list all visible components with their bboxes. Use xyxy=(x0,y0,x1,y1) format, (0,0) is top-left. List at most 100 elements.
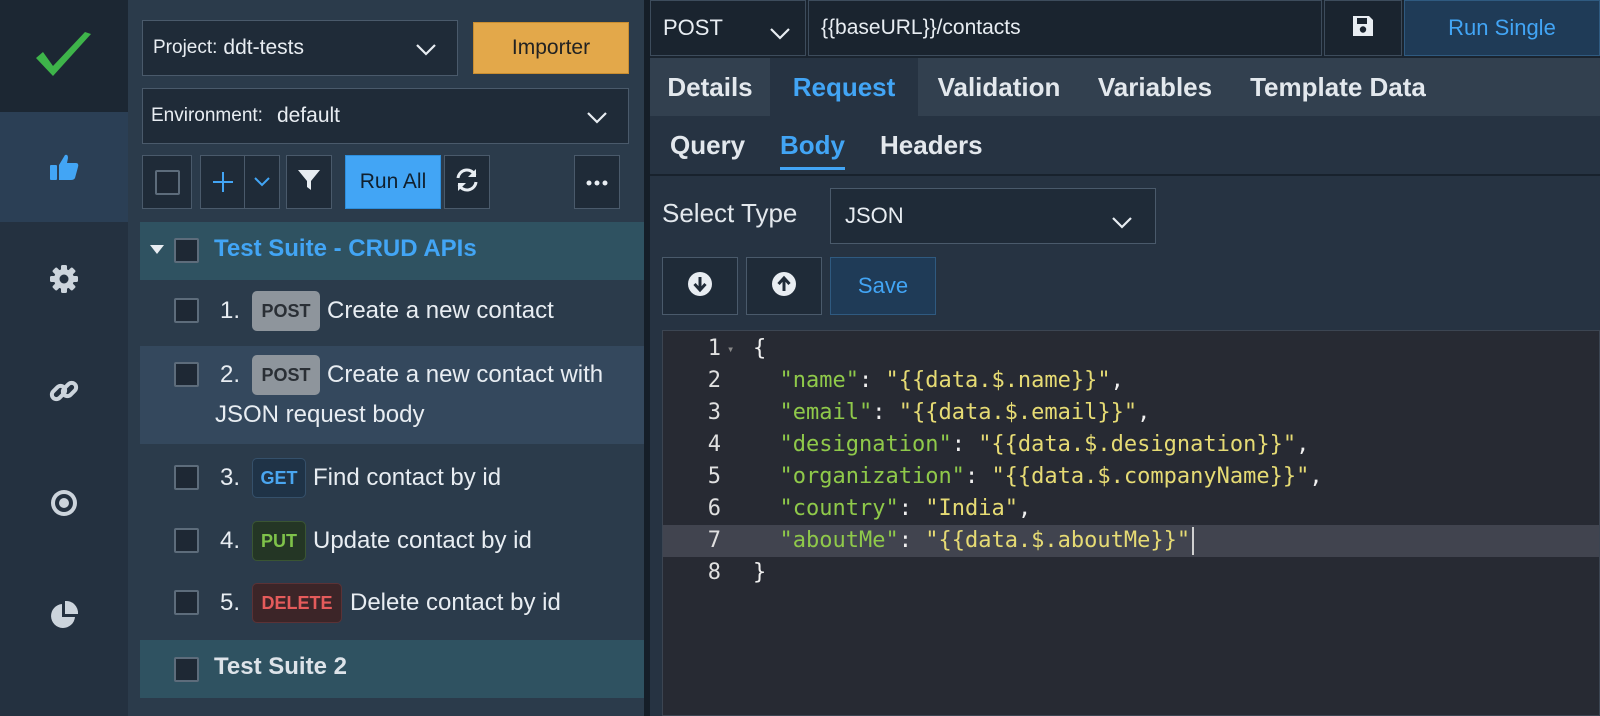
case-checkbox[interactable] xyxy=(174,590,199,615)
sidebar-item-target[interactable] xyxy=(0,448,128,558)
environment-select[interactable]: Environment: default xyxy=(142,88,629,144)
method-badge-post: POST xyxy=(252,355,320,395)
select-all-checkbox[interactable] xyxy=(154,169,180,195)
request-editor: POST Run Single Details Request xyxy=(650,0,1600,716)
json-punctuation: , xyxy=(1296,432,1310,457)
suite-title: Test Suite - CRUD APIs xyxy=(214,235,477,262)
method-badge-post: POST xyxy=(252,291,320,331)
line-number: 5 xyxy=(707,464,721,489)
tab-request[interactable]: Request xyxy=(770,58,918,116)
sidebar-item-settings[interactable] xyxy=(0,224,128,334)
case-checkbox[interactable] xyxy=(174,465,199,490)
case-checkbox[interactable] xyxy=(174,298,199,323)
test-case-row-selected[interactable]: 2. POST Create a new contact with JSON r… xyxy=(140,346,644,444)
json-value: "{{data.$.companyName}}" xyxy=(991,464,1310,489)
request-tabs: Details Request Validation Variables Tem… xyxy=(650,58,1600,116)
method-value: POST xyxy=(663,15,723,40)
filter-icon xyxy=(297,168,321,197)
case-title: Create a new contact xyxy=(327,297,554,324)
tab-template-data[interactable]: Template Data xyxy=(1230,58,1446,116)
importer-button[interactable]: Importer xyxy=(473,22,629,74)
json-key: "designation" xyxy=(779,432,952,457)
chevron-down-icon xyxy=(415,40,437,63)
body-type-select[interactable]: JSON xyxy=(830,188,1156,244)
json-value: "{{data.$.aboutMe}}" xyxy=(925,528,1191,553)
run-all-button[interactable]: Run All xyxy=(345,155,441,209)
subtab-query[interactable]: Query xyxy=(670,130,745,167)
tab-details[interactable]: Details xyxy=(650,58,770,116)
test-case-row[interactable]: 4. PUT Update contact by id xyxy=(140,510,644,572)
chevron-down-icon[interactable] xyxy=(245,177,279,187)
code-line-active: 7 "aboutMe": "{{data.$.aboutMe}}" xyxy=(663,525,1599,557)
export-up-button[interactable] xyxy=(746,257,822,315)
case-checkbox[interactable] xyxy=(174,528,199,553)
subtab-body[interactable]: Body xyxy=(780,130,845,170)
json-value: "{{data.$.email}}" xyxy=(898,400,1138,425)
filter-button[interactable] xyxy=(286,155,332,209)
arrow-down-circle-icon xyxy=(687,271,713,302)
method-badge-get: GET xyxy=(252,458,306,498)
json-punctuation: , xyxy=(1017,496,1032,521)
json-body-editor[interactable]: 1 ▾ { 2 "name": "{{data.$.name}}", 3 "em… xyxy=(662,330,1600,716)
test-suite-row[interactable]: Test Suite 2 xyxy=(140,640,644,698)
case-title: Update contact by id xyxy=(313,527,532,554)
json-key: "name" xyxy=(779,368,859,393)
add-split-button[interactable] xyxy=(200,155,280,209)
save-request-button[interactable] xyxy=(1324,0,1402,56)
tab-validation[interactable]: Validation xyxy=(918,58,1080,116)
case-number: 5. xyxy=(220,589,241,616)
import-down-button[interactable] xyxy=(662,257,738,315)
case-title: Delete contact by id xyxy=(350,589,561,616)
suite-checkbox[interactable] xyxy=(174,238,199,263)
project-value: ddt-tests xyxy=(223,36,304,59)
code-line: 4 "designation": "{{data.$.designation}}… xyxy=(663,429,1599,461)
code-line: 5 "organization": "{{data.$.companyName}… xyxy=(663,461,1599,493)
code-line: 3 "email": "{{data.$.email}}", xyxy=(663,397,1599,429)
caret-down-icon[interactable] xyxy=(150,242,164,260)
sidebar-item-reports[interactable] xyxy=(0,560,128,670)
chevron-down-icon xyxy=(586,108,608,131)
project-label: Project: xyxy=(153,37,218,58)
refresh-button[interactable] xyxy=(444,155,490,209)
pie-chart-icon xyxy=(48,599,80,631)
method-select[interactable]: POST xyxy=(650,0,806,56)
save-body-button[interactable]: Save xyxy=(830,257,936,315)
method-badge-delete: DELETE xyxy=(252,583,342,623)
json-key: "country" xyxy=(779,496,899,521)
plus-icon[interactable] xyxy=(201,156,245,208)
icon-rail xyxy=(0,0,128,716)
suite-checkbox[interactable] xyxy=(174,657,199,682)
case-checkbox[interactable] xyxy=(174,362,199,387)
sidebar-item-test-runs[interactable] xyxy=(0,112,128,222)
more-options-button[interactable] xyxy=(574,155,620,209)
body-type-value: JSON xyxy=(845,203,904,228)
body-subtabs: Query Body Headers xyxy=(650,116,1600,176)
more-icon xyxy=(586,173,608,191)
test-suite-row[interactable]: Test Suite - CRUD APIs xyxy=(140,222,644,280)
line-number: 6 xyxy=(707,496,721,521)
test-case-row[interactable]: 5. DELETE Delete contact by id xyxy=(140,572,644,634)
tab-variables[interactable]: Variables xyxy=(1080,58,1230,116)
json-value: "India" xyxy=(925,496,1018,521)
project-select[interactable]: Project: ddt-tests xyxy=(142,20,458,76)
json-punctuation: , xyxy=(1309,464,1323,489)
run-single-button[interactable]: Run Single xyxy=(1404,0,1600,56)
test-case-row[interactable]: 1. POST Create a new contact xyxy=(140,280,644,342)
select-type-label: Select Type xyxy=(662,198,798,228)
select-all-checkbox-button[interactable] xyxy=(142,155,192,209)
gear-icon xyxy=(49,264,79,294)
test-tree-panel: Project: ddt-tests Importer Environment:… xyxy=(128,0,644,716)
case-number: 2. xyxy=(220,361,241,388)
subtab-headers[interactable]: Headers xyxy=(880,130,983,167)
code-line: 2 "name": "{{data.$.name}}", xyxy=(663,365,1599,397)
method-badge-put: PUT xyxy=(252,521,306,561)
floppy-disk-icon xyxy=(1351,14,1375,43)
sidebar-item-links[interactable] xyxy=(0,336,128,446)
json-key: "email" xyxy=(779,400,873,425)
fold-arrow-icon[interactable]: ▾ xyxy=(727,333,734,365)
test-case-row[interactable]: 3. GET Find contact by id xyxy=(140,447,644,509)
url-input[interactable] xyxy=(808,0,1322,56)
case-number: 3. xyxy=(220,464,241,491)
refresh-icon xyxy=(454,167,480,198)
json-value: "{{data.$.designation}}" xyxy=(978,432,1297,457)
